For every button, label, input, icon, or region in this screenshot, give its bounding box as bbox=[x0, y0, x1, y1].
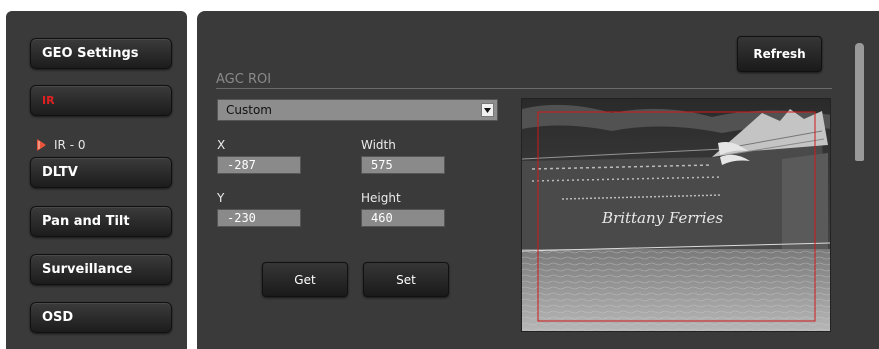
section-title: AGC ROI bbox=[216, 72, 272, 87]
sidebar-subitem-ir-0[interactable]: IR - 0 bbox=[36, 137, 85, 153]
x-input[interactable]: -287 bbox=[217, 156, 301, 174]
nav-pan-and-tilt-button[interactable]: Pan and Tilt bbox=[30, 206, 172, 237]
roi-mode-value: Custom bbox=[226, 103, 272, 117]
x-label: X bbox=[217, 138, 226, 152]
y-input[interactable]: -230 bbox=[217, 209, 301, 227]
nav-geo-settings-button[interactable]: GEO Settings bbox=[30, 38, 172, 69]
width-label: Width bbox=[361, 138, 396, 152]
roi-mode-select[interactable]: Custom bbox=[217, 99, 498, 121]
y-label: Y bbox=[217, 191, 225, 205]
refresh-button[interactable]: Refresh bbox=[737, 36, 822, 72]
nav-surveillance-button[interactable]: Surveillance bbox=[30, 254, 172, 285]
vertical-scrollbar[interactable] bbox=[855, 43, 864, 161]
height-label: Height bbox=[361, 191, 401, 205]
nav-dltv-button[interactable]: DLTV bbox=[30, 157, 172, 188]
nav-ir-button[interactable]: IR bbox=[30, 85, 172, 116]
set-label: Set bbox=[396, 272, 416, 287]
get-button[interactable]: Get bbox=[262, 262, 348, 297]
play-arrow-icon bbox=[37, 139, 46, 151]
nav-pan-and-tilt-label: Pan and Tilt bbox=[42, 214, 130, 229]
camera-preview[interactable]: Brittany Ferries bbox=[521, 98, 831, 332]
nav-osd-label: OSD bbox=[42, 310, 74, 325]
height-input[interactable]: 460 bbox=[361, 209, 445, 227]
section-divider bbox=[216, 88, 832, 89]
main-panel: Refresh AGC ROI Custom X -287 Width 575 … bbox=[197, 11, 879, 349]
get-label: Get bbox=[294, 272, 316, 287]
nav-ir-label: IR bbox=[42, 94, 55, 107]
width-input[interactable]: 575 bbox=[361, 156, 445, 174]
ir-preview-image: Brittany Ferries bbox=[522, 99, 830, 331]
chevron-down-icon[interactable] bbox=[481, 103, 494, 117]
sidebar: GEO Settings IR IR - 0 DLTV Pan and Tilt… bbox=[6, 11, 187, 349]
nav-osd-button[interactable]: OSD bbox=[30, 302, 172, 333]
sidebar-subitem-label: IR - 0 bbox=[54, 138, 86, 152]
nav-dltv-label: DLTV bbox=[42, 165, 78, 180]
nav-surveillance-label: Surveillance bbox=[42, 262, 133, 277]
set-button[interactable]: Set bbox=[363, 262, 449, 297]
nav-geo-settings-label: GEO Settings bbox=[42, 46, 139, 61]
refresh-label: Refresh bbox=[753, 47, 806, 61]
ship-name-text: Brittany Ferries bbox=[601, 209, 723, 227]
